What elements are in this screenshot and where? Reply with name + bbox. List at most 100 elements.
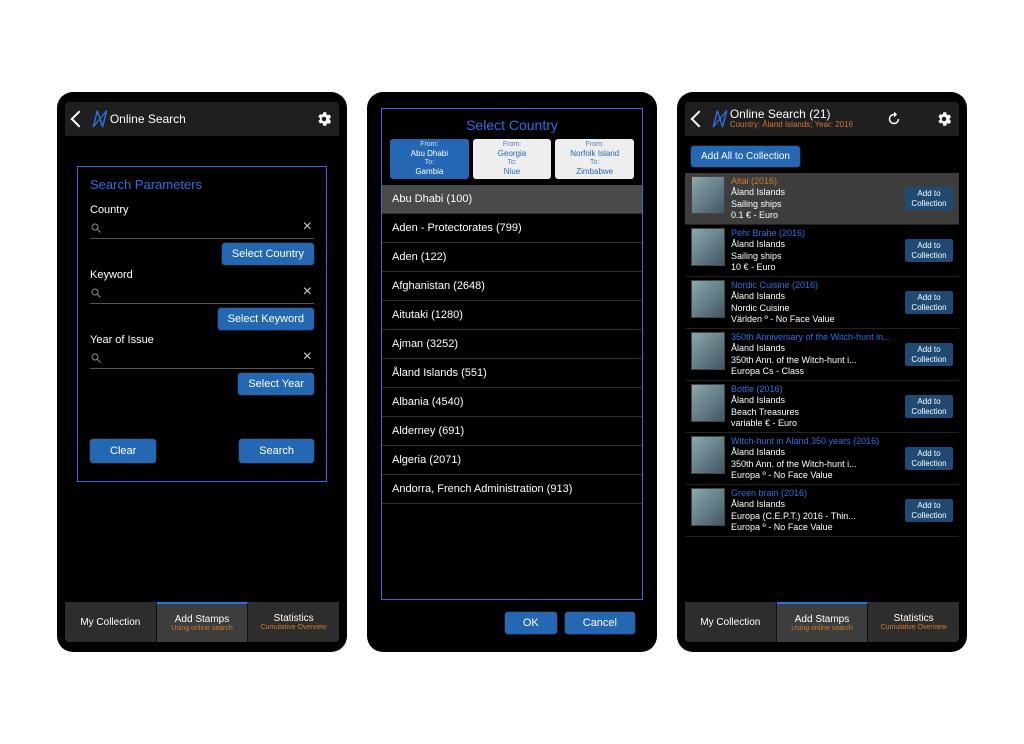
select-year-button[interactable]: Select Year	[238, 373, 314, 395]
stamp-thumbnail	[691, 436, 725, 474]
add-to-collection-button[interactable]: Add toCollection	[905, 395, 953, 418]
results-list[interactable]: Altai (2016) Åland Islands Sailing ships 0.…	[685, 173, 959, 602]
result-price: 10 € - Euro	[731, 262, 899, 273]
country-item[interactable]: Alderney (691)	[382, 417, 642, 446]
keyword-input[interactable]	[102, 285, 301, 299]
alpha-range-row: From:Abu DhabiTo:GambiaFrom:GeorgiaTo:Ni…	[381, 139, 643, 185]
search-button[interactable]: Search	[239, 439, 314, 463]
app-logo-icon: ᛞ	[713, 109, 724, 130]
result-price: variable € - Euro	[731, 418, 899, 429]
country-item[interactable]: Åland Islands (551)	[382, 359, 642, 388]
year-label: Year of Issue	[90, 334, 314, 346]
top-bar: ᛞ Online Search (21) Country: Åland Isla…	[685, 102, 959, 136]
cancel-button[interactable]: Cancel	[565, 612, 635, 634]
result-row[interactable]: Green brain (2016)Åland IslandsEuropa (C…	[685, 485, 959, 537]
search-icon	[90, 286, 102, 298]
result-row[interactable]: Pehr Brahe (2016)Åland IslandsSailing sh…	[685, 225, 959, 277]
clear-button[interactable]: Clear	[90, 439, 156, 463]
result-info: Bottle (2016)Åland IslandsBeach Treasure…	[731, 384, 899, 429]
country-label: Country	[90, 204, 314, 216]
country-item[interactable]: Aitutaki (1280)	[382, 301, 642, 330]
stamp-thumbnail	[691, 384, 725, 422]
nav-statistics[interactable]: StatisticsCumulative Overview	[868, 602, 959, 642]
nav-sublabel: Cumulative Overview	[261, 624, 327, 631]
clear-icon[interactable]: ×	[301, 283, 314, 301]
add-to-collection-button[interactable]: Add toCollection	[905, 239, 953, 262]
add-to-collection-button[interactable]: Add toCollection	[905, 343, 953, 366]
page-title: Online Search	[110, 112, 186, 126]
phone-select-country: Select Country From:Abu DhabiTo:GambiaFr…	[367, 92, 657, 652]
search-icon	[90, 221, 102, 233]
result-row[interactable]: Altai (2016)Åland IslandsSailing ships0.…	[685, 173, 959, 225]
country-item[interactable]: Ajman (3252)	[382, 330, 642, 359]
result-row[interactable]: Witch-hunt in Aland 350 years (2016)Ålan…	[685, 433, 959, 485]
nav-sublabel: Cumulative Overview	[881, 624, 947, 631]
result-country: Åland Islands	[731, 343, 899, 354]
year-input[interactable]	[102, 350, 301, 364]
add-all-button[interactable]: Add All to Collection	[691, 146, 800, 167]
phone-search-params: ᛞ Online Search Search Parameters Countr…	[57, 92, 347, 652]
select-keyword-button[interactable]: Select Keyword	[218, 308, 314, 330]
country-item[interactable]: Abu Dhabi (100)	[382, 185, 642, 214]
nav-my-collection[interactable]: My Collection	[685, 602, 777, 642]
result-row[interactable]: 350th Anniversary of the Witch-hunt in..…	[685, 329, 959, 381]
clear-icon[interactable]: ×	[301, 218, 314, 236]
country-item[interactable]: Albania (4540)	[382, 388, 642, 417]
screen: ᛞ Online Search (21) Country: Åland Isla…	[685, 102, 959, 642]
settings-icon[interactable]	[315, 110, 333, 128]
add-to-collection-button[interactable]: Add toCollection	[905, 291, 953, 314]
keyword-label: Keyword	[90, 269, 314, 281]
nav-label: My Collection	[700, 617, 760, 628]
nav-add-stamps[interactable]: Add StampsUsing online search	[777, 602, 869, 642]
alpha-range-card[interactable]: From:Norfolk IslandTo:Zimbabwe	[555, 139, 634, 179]
result-info: Witch-hunt in Aland 350 years (2016)Ålan…	[731, 436, 899, 481]
result-price: Europa º - No Face Value	[731, 470, 899, 481]
refresh-search-icon[interactable]	[885, 110, 903, 128]
country-input[interactable]	[102, 220, 301, 234]
nav-sublabel: Using online search	[171, 625, 232, 632]
result-price: Europa º - No Face Value	[731, 522, 899, 533]
action-row: Clear Search	[90, 435, 314, 463]
nav-statistics[interactable]: StatisticsCumulative Overview	[248, 602, 339, 642]
stamp-thumbnail	[691, 488, 725, 526]
clear-icon[interactable]: ×	[301, 348, 314, 366]
country-item[interactable]: Andorra, French Administration (913)	[382, 475, 642, 504]
result-country: Åland Islands	[731, 499, 899, 510]
nav-label: My Collection	[80, 617, 140, 628]
result-title: Altai (2016)	[731, 176, 899, 187]
result-row[interactable]: Bottle (2016)Åland IslandsBeach Treasure…	[685, 381, 959, 433]
bottom-nav: My Collection Add StampsUsing online sea…	[65, 602, 339, 642]
result-row[interactable]: Nordic Cuisine (2016)Åland IslandsNordic…	[685, 277, 959, 329]
nav-add-stamps[interactable]: Add StampsUsing online search	[157, 602, 249, 642]
dialog-title: Select Country	[381, 108, 643, 139]
result-topic: Sailing ships	[731, 251, 899, 262]
country-field[interactable]: ×	[90, 218, 314, 239]
alpha-range-card[interactable]: From:GeorgiaTo:Niue	[473, 139, 552, 179]
country-item[interactable]: Algeria (2071)	[382, 446, 642, 475]
add-to-collection-button[interactable]: Add toCollection	[905, 447, 953, 470]
keyword-field[interactable]: ×	[90, 283, 314, 304]
result-title: Pehr Brahe (2016)	[731, 228, 899, 239]
result-title: Bottle (2016)	[731, 384, 899, 395]
result-topic: Nordic Cuisine	[731, 303, 899, 314]
add-to-collection-button[interactable]: Add toCollection	[905, 187, 953, 210]
alpha-range-card[interactable]: From:Abu DhabiTo:Gambia	[390, 139, 469, 179]
back-icon[interactable]	[691, 111, 708, 128]
nav-label: Statistics	[274, 613, 314, 624]
back-icon[interactable]	[71, 111, 88, 128]
add-to-collection-button[interactable]: Add toCollection	[905, 499, 953, 522]
page-subtitle: Country: Åland Islands; Year: 2016	[730, 121, 853, 130]
nav-my-collection[interactable]: My Collection	[65, 602, 157, 642]
country-item[interactable]: Aden - Protectorates (799)	[382, 214, 642, 243]
nav-label: Statistics	[894, 613, 934, 624]
ok-button[interactable]: OK	[505, 612, 557, 634]
year-field[interactable]: ×	[90, 348, 314, 369]
result-info: 350th Anniversary of the Witch-hunt in..…	[731, 332, 899, 377]
country-list[interactable]: Abu Dhabi (100)Aden - Protectorates (799…	[381, 185, 643, 600]
result-info: Altai (2016)Åland IslandsSailing ships0.…	[731, 176, 899, 221]
country-item[interactable]: Aden (122)	[382, 243, 642, 272]
select-country-button[interactable]: Select Country	[222, 243, 314, 265]
settings-icon[interactable]	[935, 110, 953, 128]
country-item[interactable]: Afghanistan (2648)	[382, 272, 642, 301]
result-price: 0.1 € - Euro	[731, 210, 899, 221]
